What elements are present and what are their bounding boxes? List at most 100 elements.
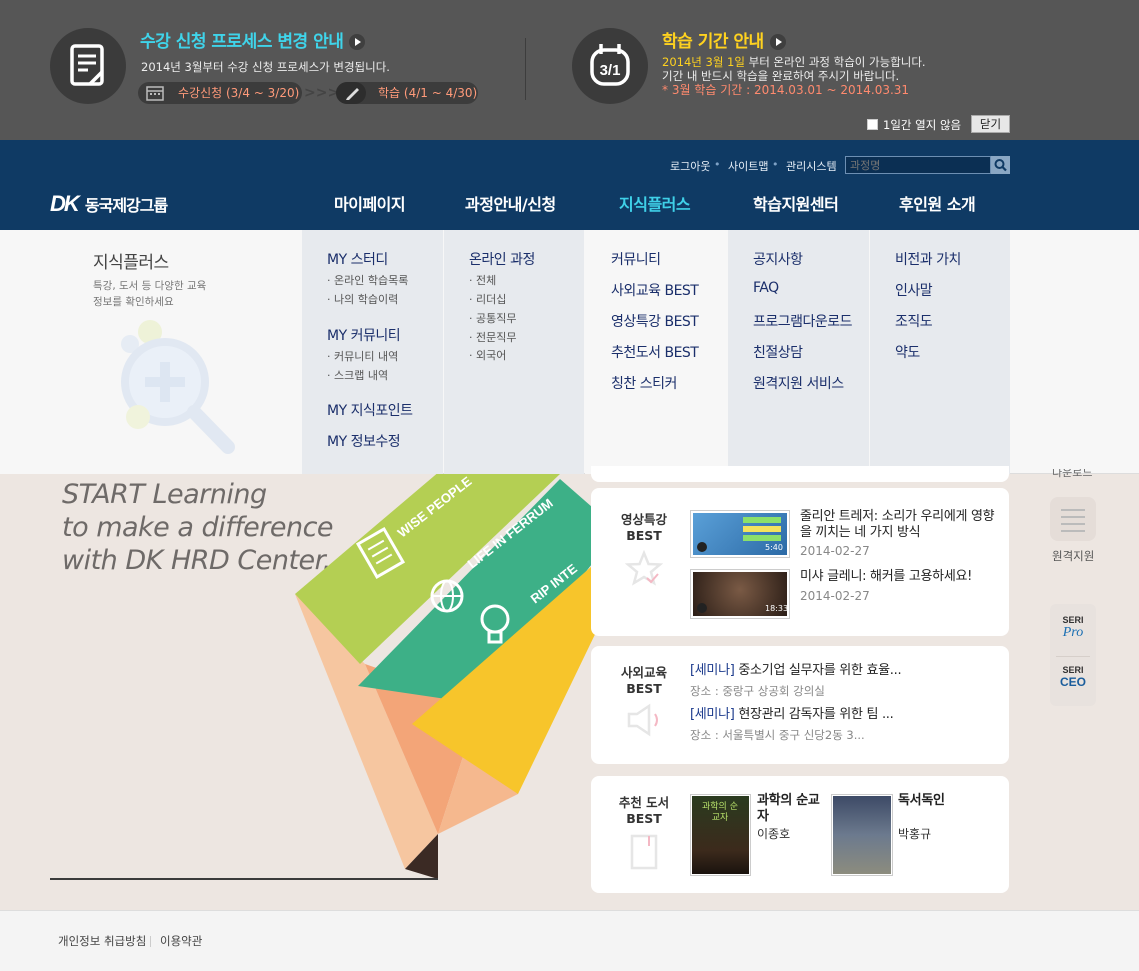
logo[interactable]: DK 동국제강그룹 xyxy=(50,191,168,217)
remote-support-quick[interactable] xyxy=(1050,497,1096,541)
menu-book-best[interactable]: 추천도서 BEST xyxy=(611,342,699,362)
dismiss-label[interactable]: 1일간 열지 않음 xyxy=(883,117,961,133)
menu-edu-best[interactable]: 사외교육 BEST xyxy=(611,280,699,300)
menu-download[interactable]: 프로그램다운로드 xyxy=(753,311,853,331)
gnb-knowledge-plus[interactable]: 지식플러스 xyxy=(619,191,691,215)
menu-remote-support[interactable]: 원격지원 서비스 xyxy=(753,373,844,393)
step-arrows-icon: >>> xyxy=(304,85,340,101)
menu-map[interactable]: 약도 xyxy=(895,342,920,362)
menu-course-leadership[interactable]: · 리더십 xyxy=(469,291,506,307)
search-button[interactable] xyxy=(991,156,1010,174)
edu-title-2[interactable]: [세미나] 현장관리 감독자를 위한 팀 ... xyxy=(690,707,990,723)
menu-course-common[interactable]: · 공통직무 xyxy=(469,310,516,326)
video-duration-1: 5:40 xyxy=(765,543,783,552)
mega-menu: 지식플러스 특강, 도서 등 다양한 교육 정보를 확인하세요 MY 스터디 ·… xyxy=(0,230,1139,474)
book-icon xyxy=(630,834,658,870)
book-best-panel: 추천 도서 BEST 과학의 순교자 과학의 순교자 이종호 독서독인 박홍규 xyxy=(591,776,1009,893)
video-duration-2: 18:33 xyxy=(765,604,789,613)
menu-organization[interactable]: 조직도 xyxy=(895,311,933,331)
notice-calendar-circle: 3/1 xyxy=(572,28,648,104)
gnb-mypage[interactable]: 마이페이지 xyxy=(334,191,406,215)
video-best-panel: 영상특강 BEST 5:40 줄리안 트레저: 소리가 우리에게 영향을 끼치는… xyxy=(591,488,1009,636)
video-thumb-1[interactable]: 5:40 xyxy=(690,510,790,558)
edu-best-panel: 사외교육 BEST [세미나] 중소기업 실무자를 위한 효율... 장소 : … xyxy=(591,646,1009,764)
seri-ceo-text: CEO xyxy=(1059,675,1086,689)
search-icon xyxy=(994,159,1007,172)
mega-col-course: 온라인 과정 · 전체 · 리더십 · 공통직무 · 전문직무 · 외국어 xyxy=(444,230,584,474)
video-title-2[interactable]: 미샤 글레니: 해커를 고용하세요! xyxy=(800,569,995,585)
menu-consult[interactable]: 친절상담 xyxy=(753,342,803,362)
menu-praise-sticker[interactable]: 칭찬 스티커 xyxy=(611,373,677,393)
play-arrow-icon[interactable] xyxy=(769,34,786,50)
video-date-2: 2014-02-27 xyxy=(800,589,870,603)
menu-my-history[interactable]: · 나의 학습이력 xyxy=(327,291,398,307)
menu-course-all[interactable]: · 전체 xyxy=(469,272,496,288)
menu-video-best[interactable]: 영상특강 BEST xyxy=(611,311,699,331)
menu-faq[interactable]: FAQ xyxy=(753,280,779,296)
menu-scrap-history[interactable]: · 스크랩 내역 xyxy=(327,367,388,383)
menu-community[interactable]: 커뮤니티 xyxy=(611,249,661,269)
seri-quick: SERI Pro SERI CEO xyxy=(1050,604,1096,706)
study-period: * 3월 학습 기간 : 2014.03.01 ~ 2014.03.31 xyxy=(662,83,910,97)
remote-support-label[interactable]: 원격지원 xyxy=(1052,548,1094,564)
video-date-1: 2014-02-27 xyxy=(800,544,870,558)
close-notice-button[interactable]: 닫기 xyxy=(971,115,1010,133)
remote-support-icon xyxy=(1061,509,1085,532)
logo-mark: DK xyxy=(50,191,80,216)
notice-left-desc: 2014년 3월부터 수강 신청 프로세스가 변경됩니다. xyxy=(141,60,390,74)
menu-online-course[interactable]: 온라인 과정 xyxy=(469,249,535,269)
footer-terms-link[interactable]: 이용약관 xyxy=(160,933,202,949)
pencil-icon xyxy=(346,88,359,100)
book-title-2[interactable]: 독서독인 xyxy=(898,793,978,809)
play-arrow-icon[interactable] xyxy=(349,34,366,50)
util-logout[interactable]: 로그아웃 xyxy=(670,158,710,174)
notice-doc-circle xyxy=(50,28,126,104)
seri-ceo-link[interactable]: SERI CEO xyxy=(1053,659,1093,703)
gnb-support[interactable]: 학습지원센터 xyxy=(753,191,839,215)
quick-download-label[interactable]: 다운로드 xyxy=(1052,469,1092,482)
notice-left-title[interactable]: 수강 신청 프로세스 변경 안내 xyxy=(140,27,366,52)
menu-course-expert[interactable]: · 전문직무 xyxy=(469,329,516,345)
menu-notice[interactable]: 공지사항 xyxy=(753,249,803,269)
edu-place-2: 장소 : 서울특별시 중구 신당2동 3... xyxy=(690,728,865,742)
dismiss-checkbox[interactable] xyxy=(867,119,878,130)
play-icon xyxy=(697,542,707,552)
step-apply-label: 수강신청 (3/4 ~ 3/20) xyxy=(178,86,300,100)
menu-vision[interactable]: 비전과 가치 xyxy=(895,249,961,269)
menu-online-list[interactable]: · 온라인 학습목록 xyxy=(327,272,408,288)
menu-community-history[interactable]: · 커뮤니티 내역 xyxy=(327,348,398,364)
video-best-label: 영상특강 BEST xyxy=(620,512,667,543)
book-cover-2[interactable] xyxy=(831,794,893,876)
step-study-label: 학습 (4/1 ~ 4/30) xyxy=(378,86,478,100)
menu-my-info[interactable]: MY 정보수정 xyxy=(327,431,401,451)
menu-my-study[interactable]: MY 스터디 xyxy=(327,249,388,269)
menu-course-language[interactable]: · 외국어 xyxy=(469,347,506,363)
video-title-1[interactable]: 줄리안 트레저: 소리가 우리에게 영향을 끼치는 네 가지 방식 xyxy=(800,509,995,541)
mega-intro-title: 지식플러스 xyxy=(93,253,169,273)
gnb-course[interactable]: 과정안내/신청 xyxy=(465,191,556,215)
book-author-2: 박홍규 xyxy=(898,827,932,841)
seri-pro-link[interactable]: SERI Pro xyxy=(1053,607,1093,651)
mega-col-support: 공지사항 FAQ 프로그램다운로드 친절상담 원격지원 서비스 xyxy=(728,230,869,474)
notice-right-title[interactable]: 학습 기간 안내 xyxy=(662,27,786,52)
menu-my-points[interactable]: MY 지식포인트 xyxy=(327,400,413,420)
menu-my-community[interactable]: MY 커뮤니티 xyxy=(327,325,401,345)
util-sitemap[interactable]: 사이트맵 xyxy=(728,158,768,174)
video-thumb-2[interactable]: 18:33 xyxy=(690,569,790,619)
book-title-1[interactable]: 과학의 순교자 xyxy=(757,793,829,825)
step-study-pill: 학습 (4/1 ~ 4/30) xyxy=(336,82,478,104)
menu-greeting[interactable]: 인사말 xyxy=(895,280,933,300)
seri-pro-brand: SERI xyxy=(1062,615,1084,625)
play-icon xyxy=(697,603,707,613)
search-input[interactable] xyxy=(845,156,991,174)
gnb-about[interactable]: 후인원 소개 xyxy=(899,191,976,215)
magnifier-plus-icon xyxy=(121,320,235,454)
book-author-1: 이종호 xyxy=(757,827,791,841)
footer-privacy-link[interactable]: 개인정보 취급방침 xyxy=(58,933,146,949)
site-header: 로그아웃 • 사이트맵 • 관리시스템 DK 동국제강그룹 마이페이지 과정안내… xyxy=(0,140,1139,230)
mega-col-mypage: MY 스터디 · 온라인 학습목록 · 나의 학습이력 MY 커뮤니티 · 커뮤… xyxy=(302,230,443,474)
edu-place-1: 장소 : 중랑구 상공회 강의실 xyxy=(690,684,825,698)
book-cover-1[interactable]: 과학의 순교자 xyxy=(690,794,751,876)
edu-title-1[interactable]: [세미나] 중소기업 실무자를 위한 효율... xyxy=(690,663,990,679)
util-admin[interactable]: 관리시스템 xyxy=(786,158,837,174)
